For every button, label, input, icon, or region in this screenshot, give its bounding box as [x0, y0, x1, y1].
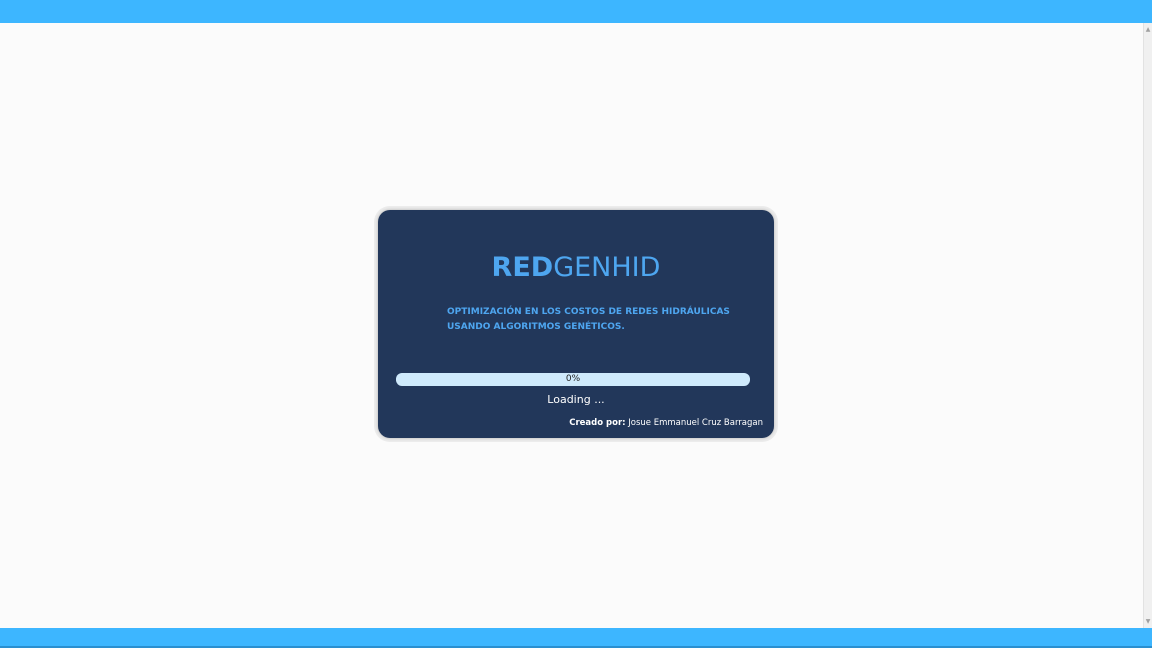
- app-logo-light-part: GENHID: [553, 252, 661, 283]
- app-subtitle-line-2: USANDO ALGORITMOS GENÉTICOS.: [447, 322, 625, 332]
- author-credit-label: Creado por:: [569, 418, 626, 428]
- author-credit-name: Josue Emmanuel Cruz Barragan: [628, 418, 763, 428]
- vertical-scrollbar[interactable]: ▲ ▼: [1143, 23, 1152, 628]
- scroll-down-arrow-icon[interactable]: ▼: [1144, 617, 1152, 626]
- loading-progress-bar: 0%: [396, 373, 750, 386]
- window-top-bar: [0, 0, 1152, 23]
- splash-card: REDGENHID OPTIMIZACIÓN EN LOS COSTOS DE …: [378, 210, 774, 438]
- window-bottom-bar: [0, 628, 1152, 648]
- app-subtitle-line-1: OPTIMIZACIÓN EN LOS COSTOS DE REDES HIDR…: [447, 307, 730, 317]
- app-subtitle: OPTIMIZACIÓN EN LOS COSTOS DE REDES HIDR…: [447, 305, 747, 335]
- app-logo-bold-part: RED: [491, 252, 554, 283]
- author-credit: Creado por: Josue Emmanuel Cruz Barragan: [569, 417, 763, 430]
- loading-status-text: Loading ...: [547, 393, 605, 406]
- app-logo-title: REDGENHID: [378, 250, 774, 286]
- loading-progress-percent: 0%: [565, 374, 581, 384]
- scroll-up-arrow-icon[interactable]: ▲: [1144, 25, 1152, 34]
